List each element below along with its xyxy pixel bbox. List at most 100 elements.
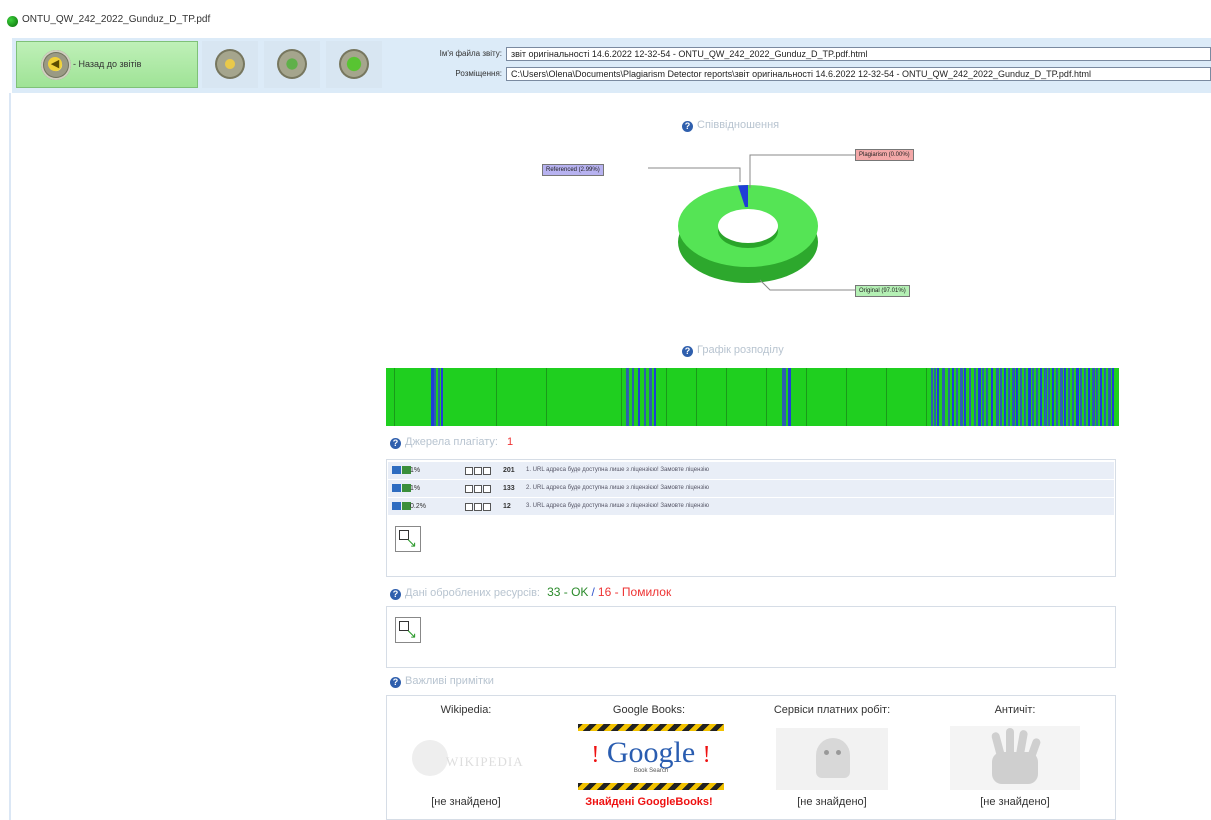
help-icon[interactable]: ? bbox=[682, 121, 693, 132]
distribution-marker[interactable] bbox=[1076, 368, 1079, 426]
processed-separator: / bbox=[591, 585, 595, 599]
toolbar-button-3[interactable] bbox=[326, 41, 382, 88]
distribution-marker[interactable] bbox=[1004, 368, 1006, 426]
option-icon[interactable] bbox=[465, 503, 473, 511]
view-icon[interactable] bbox=[392, 502, 401, 510]
distribution-marker[interactable] bbox=[1064, 368, 1066, 426]
file-name-field[interactable]: звіт оригінальності 14.6.2022 12-32-54 -… bbox=[506, 47, 1211, 61]
hand-icon bbox=[950, 726, 1080, 790]
distribution-marker[interactable] bbox=[1108, 368, 1111, 426]
distribution-marker[interactable] bbox=[942, 368, 945, 426]
google-books-logo: ! Google ! Book Search bbox=[578, 724, 724, 790]
source-row[interactable]: 1% 133 2. URL адреса буде доступна лише … bbox=[388, 480, 1114, 497]
distribution-marker[interactable] bbox=[649, 368, 652, 426]
source-url[interactable]: 1. URL адреса буде доступна лише з ліцен… bbox=[526, 467, 709, 473]
distribution-marker[interactable] bbox=[1000, 368, 1002, 426]
distribution-marker[interactable] bbox=[948, 368, 950, 426]
distribution-marker[interactable] bbox=[1104, 368, 1106, 426]
distribution-marker[interactable] bbox=[1044, 368, 1047, 426]
distribution-marker[interactable] bbox=[644, 368, 646, 426]
help-icon[interactable]: ? bbox=[682, 346, 693, 357]
distribution-marker[interactable] bbox=[982, 368, 984, 426]
distribution-marker[interactable] bbox=[960, 368, 963, 426]
option-icon[interactable] bbox=[474, 485, 482, 493]
distribution-marker[interactable] bbox=[638, 368, 640, 426]
option-icon[interactable] bbox=[483, 485, 491, 493]
distribution-marker[interactable] bbox=[1012, 368, 1015, 426]
distribution-marker[interactable] bbox=[991, 368, 993, 426]
source-url[interactable]: 3. URL адреса буде доступна лише з ліцен… bbox=[526, 503, 709, 509]
source-row[interactable]: 0.2% 12 3. URL адреса буде доступна лише… bbox=[388, 498, 1114, 515]
expand-icon[interactable]: ↘ bbox=[395, 526, 421, 552]
source-count: 12 bbox=[503, 503, 511, 510]
distribution-marker[interactable] bbox=[784, 368, 786, 426]
distribution-marker[interactable] bbox=[1088, 368, 1090, 426]
paid-services-label: Сервіси платних робіт: bbox=[773, 704, 891, 716]
option-icon[interactable] bbox=[474, 467, 482, 475]
distribution-marker[interactable] bbox=[1092, 368, 1095, 426]
toolbar-button-1[interactable] bbox=[202, 41, 258, 88]
distribution-marker[interactable] bbox=[788, 368, 791, 426]
source-row[interactable]: 1% 201 1. URL адреса буде доступна лише … bbox=[388, 462, 1114, 479]
distribution-marker[interactable] bbox=[441, 368, 443, 426]
view-icon[interactable] bbox=[392, 484, 401, 492]
arrow-left-icon: ◀ bbox=[48, 57, 62, 71]
location-field[interactable]: C:\Users\Olena\Documents\Plagiarism Dete… bbox=[506, 67, 1211, 81]
wikipedia-logo: WIKIPEDIA bbox=[400, 732, 540, 786]
wikipedia-status: [не знайдено] bbox=[431, 796, 501, 808]
help-icon[interactable]: ? bbox=[390, 677, 401, 688]
option-icon[interactable] bbox=[474, 503, 482, 511]
location-label: Розміщення: bbox=[455, 69, 502, 78]
distribution-marker[interactable] bbox=[1068, 368, 1070, 426]
option-icon[interactable] bbox=[483, 467, 491, 475]
distribution-marker[interactable] bbox=[1036, 368, 1038, 426]
distribution-marker[interactable] bbox=[1008, 368, 1010, 426]
distribution-marker[interactable] bbox=[1016, 368, 1018, 426]
distribution-marker[interactable] bbox=[431, 368, 434, 426]
distribution-marker[interactable] bbox=[1052, 368, 1054, 426]
distribution-marker[interactable] bbox=[1024, 368, 1026, 426]
google-books-status[interactable]: Знайдені GoogleBooks! bbox=[564, 796, 734, 808]
distribution-marker[interactable] bbox=[1084, 368, 1086, 426]
distribution-divider bbox=[886, 368, 887, 426]
distribution-marker[interactable] bbox=[782, 368, 784, 426]
distribution-marker[interactable] bbox=[1100, 368, 1102, 426]
view-icon[interactable] bbox=[392, 466, 401, 474]
distribution-marker[interactable] bbox=[1072, 368, 1074, 426]
distribution-marker[interactable] bbox=[931, 368, 933, 426]
distribution-marker[interactable] bbox=[1080, 368, 1082, 426]
distribution-marker[interactable] bbox=[956, 368, 958, 426]
help-icon[interactable]: ? bbox=[390, 589, 401, 600]
distribution-marker[interactable] bbox=[1048, 368, 1050, 426]
distribution-marker[interactable] bbox=[1032, 368, 1034, 426]
distribution-marker[interactable] bbox=[1020, 368, 1022, 426]
expand-icon[interactable]: ↘ bbox=[395, 617, 421, 643]
distribution-marker[interactable] bbox=[964, 368, 966, 426]
distribution-marker[interactable] bbox=[1040, 368, 1042, 426]
distribution-marker[interactable] bbox=[974, 368, 976, 426]
distribution-marker[interactable] bbox=[969, 368, 971, 426]
distribution-marker[interactable] bbox=[996, 368, 999, 426]
distribution-marker[interactable] bbox=[934, 368, 936, 426]
help-icon[interactable]: ? bbox=[390, 438, 401, 449]
distribution-marker[interactable] bbox=[986, 368, 988, 426]
distribution-marker[interactable] bbox=[1096, 368, 1098, 426]
distribution-marker[interactable] bbox=[978, 368, 981, 426]
distribution-marker[interactable] bbox=[434, 368, 436, 426]
option-icon[interactable] bbox=[465, 485, 473, 493]
distribution-marker[interactable] bbox=[1060, 368, 1063, 426]
source-url[interactable]: 2. URL адреса буде доступна лише з ліцен… bbox=[526, 485, 709, 491]
distribution-marker[interactable] bbox=[654, 368, 656, 426]
distribution-marker[interactable] bbox=[1056, 368, 1058, 426]
distribution-marker[interactable] bbox=[937, 368, 939, 426]
back-to-reports-button[interactable]: ◀ - Назад до звітів bbox=[16, 41, 198, 88]
distribution-marker[interactable] bbox=[1028, 368, 1031, 426]
option-icon[interactable] bbox=[483, 503, 491, 511]
distribution-marker[interactable] bbox=[952, 368, 954, 426]
distribution-marker[interactable] bbox=[626, 368, 629, 426]
distribution-marker[interactable] bbox=[632, 368, 634, 426]
toolbar-button-2[interactable] bbox=[264, 41, 320, 88]
option-icon[interactable] bbox=[465, 467, 473, 475]
distribution-marker[interactable] bbox=[438, 368, 440, 426]
distribution-marker[interactable] bbox=[1112, 368, 1114, 426]
